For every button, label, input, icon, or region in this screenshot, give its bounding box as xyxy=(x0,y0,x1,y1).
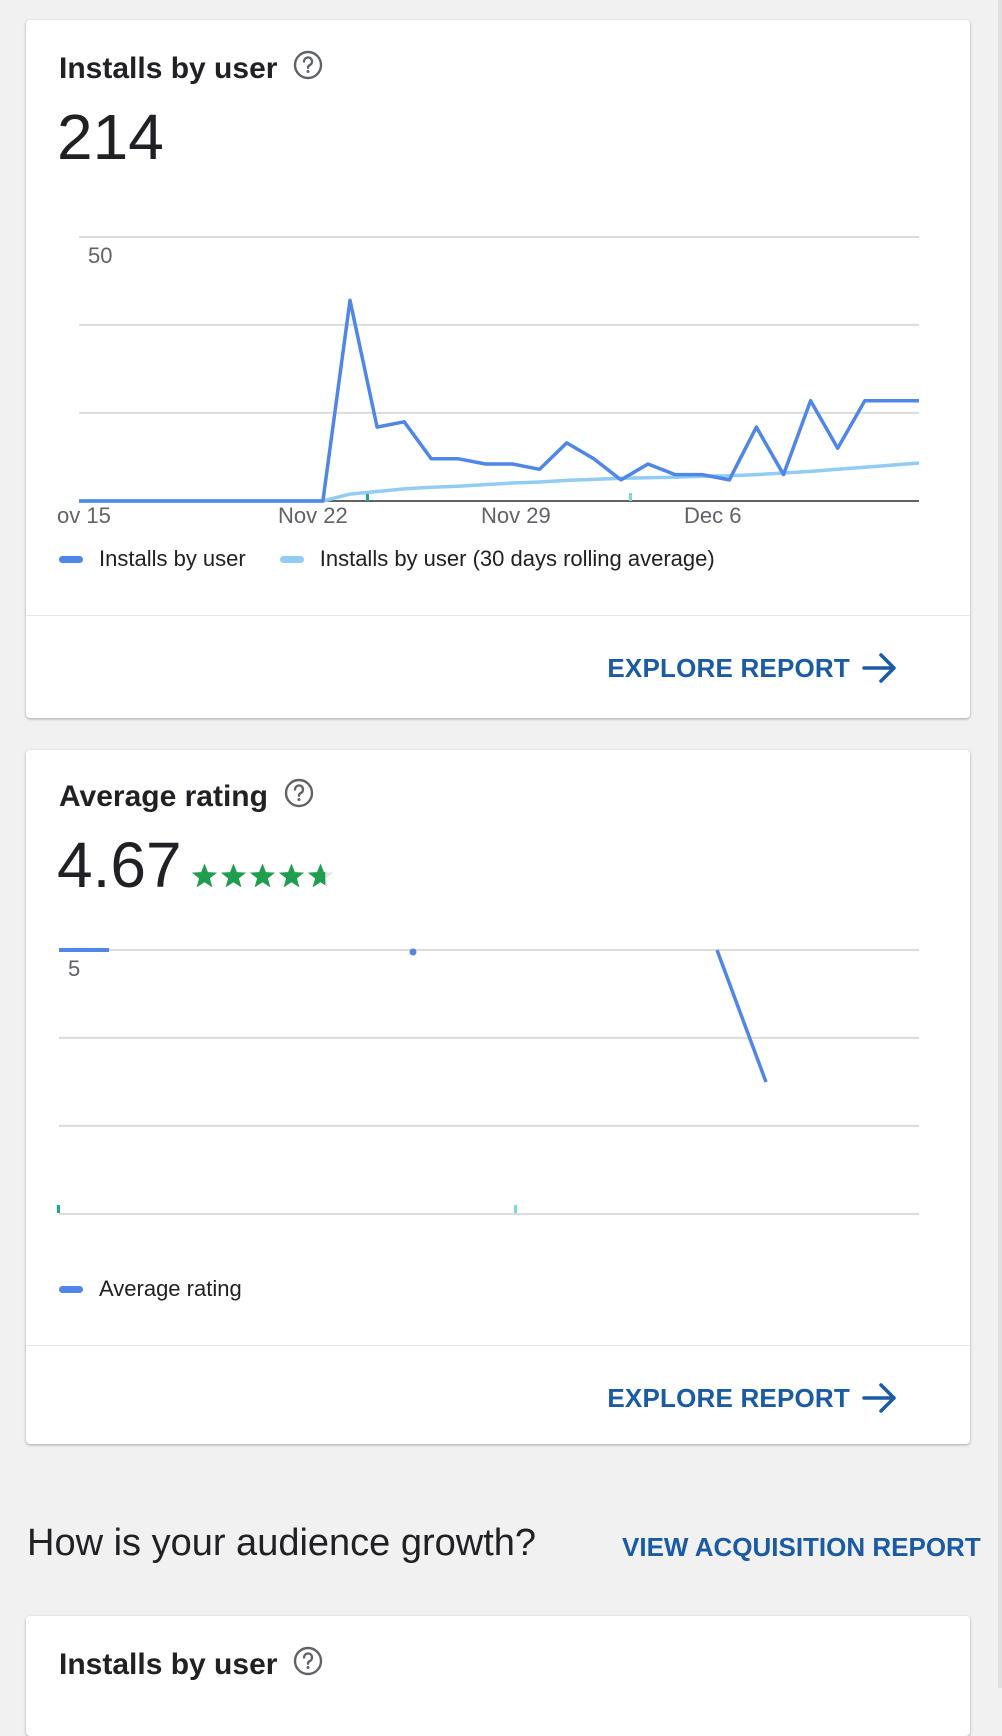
explore-label: EXPLORE REPORT xyxy=(607,652,850,683)
chart-legend: Installs by user Installs by user (30 da… xyxy=(59,546,749,572)
star-icon xyxy=(278,863,305,888)
installs-chart: 50 ov 15 Nov 22 Nov 29 Dec 6 xyxy=(57,236,920,525)
help-icon[interactable] xyxy=(284,778,314,816)
star-icon xyxy=(307,863,334,888)
star-rating xyxy=(190,862,335,890)
rating-card: Average rating 4.67 5 Nov 29 Dec 6 Average… xyxy=(26,750,970,1444)
help-icon[interactable] xyxy=(293,1646,323,1684)
card-divider xyxy=(26,1345,970,1346)
series-segment xyxy=(715,949,768,1083)
x-tick-label: Nov 29 xyxy=(481,503,551,525)
installs-card-2: Installs by user xyxy=(26,1616,970,1736)
x-tick-label: Dec 6 xyxy=(583,1218,640,1222)
axis-marker xyxy=(57,1205,60,1213)
x-tick-label: Nov 22 xyxy=(278,503,348,525)
star-icon xyxy=(191,863,218,888)
chart-legend: Average rating xyxy=(59,1276,276,1302)
arrow-right-icon xyxy=(862,1383,896,1413)
legend-item: Installs by user (30 days rolling averag… xyxy=(279,546,715,572)
card-title: Average rating xyxy=(59,778,314,816)
axis-marker xyxy=(629,493,632,501)
x-tick-label: Nov 29 xyxy=(223,1218,293,1222)
legend-item: Average rating xyxy=(59,1276,242,1302)
legend-item: Installs by user xyxy=(59,546,246,572)
series-point xyxy=(409,948,417,956)
card-title-text: Average rating xyxy=(59,780,268,813)
legend-swatch xyxy=(59,1285,83,1293)
arrow-right-icon xyxy=(862,653,896,683)
section-heading: How is your audience growth? xyxy=(27,1522,537,1564)
help-icon[interactable] xyxy=(293,50,323,88)
card-title-text: Installs by user xyxy=(59,1648,278,1681)
axis-marker xyxy=(514,1205,517,1213)
card-title: Installs by user xyxy=(59,1646,323,1684)
y-tick-label: 50 xyxy=(88,243,112,268)
axis-marker xyxy=(366,494,369,501)
legend-swatch xyxy=(59,555,83,563)
star-icon xyxy=(249,863,276,888)
metric-value: 4.67 xyxy=(57,829,182,901)
page-edge xyxy=(998,0,1002,1688)
legend-label: Installs by user xyxy=(99,546,246,571)
explore-report-button[interactable]: EXPLORE REPORT xyxy=(607,652,898,684)
view-acquisition-report-link[interactable]: VIEW ACQUISITION REPORT xyxy=(622,1532,981,1563)
card-title-text: Installs by user xyxy=(59,52,278,85)
legend-swatch xyxy=(279,555,304,563)
x-tick-label: Dec 6 xyxy=(684,503,741,525)
explore-label: EXPLORE REPORT xyxy=(607,1382,850,1413)
card-title: Installs by user xyxy=(59,50,323,88)
star-icon xyxy=(220,863,247,888)
y-tick-label: 5 xyxy=(68,956,80,981)
legend-label: Installs by user (30 days rolling averag… xyxy=(319,546,715,571)
card-divider xyxy=(26,615,970,616)
legend-label: Average rating xyxy=(99,1276,242,1301)
explore-report-button[interactable]: EXPLORE REPORT xyxy=(607,1382,898,1414)
rating-chart: 5 Nov 29 Dec 6 xyxy=(57,948,919,1222)
x-tick-label: ov 15 xyxy=(57,503,111,525)
series-line xyxy=(79,461,920,503)
installs-card: Installs by user 214 50 ov 15 Nov 22 Nov 29… xyxy=(26,20,970,718)
metric-value: 214 xyxy=(57,101,164,173)
